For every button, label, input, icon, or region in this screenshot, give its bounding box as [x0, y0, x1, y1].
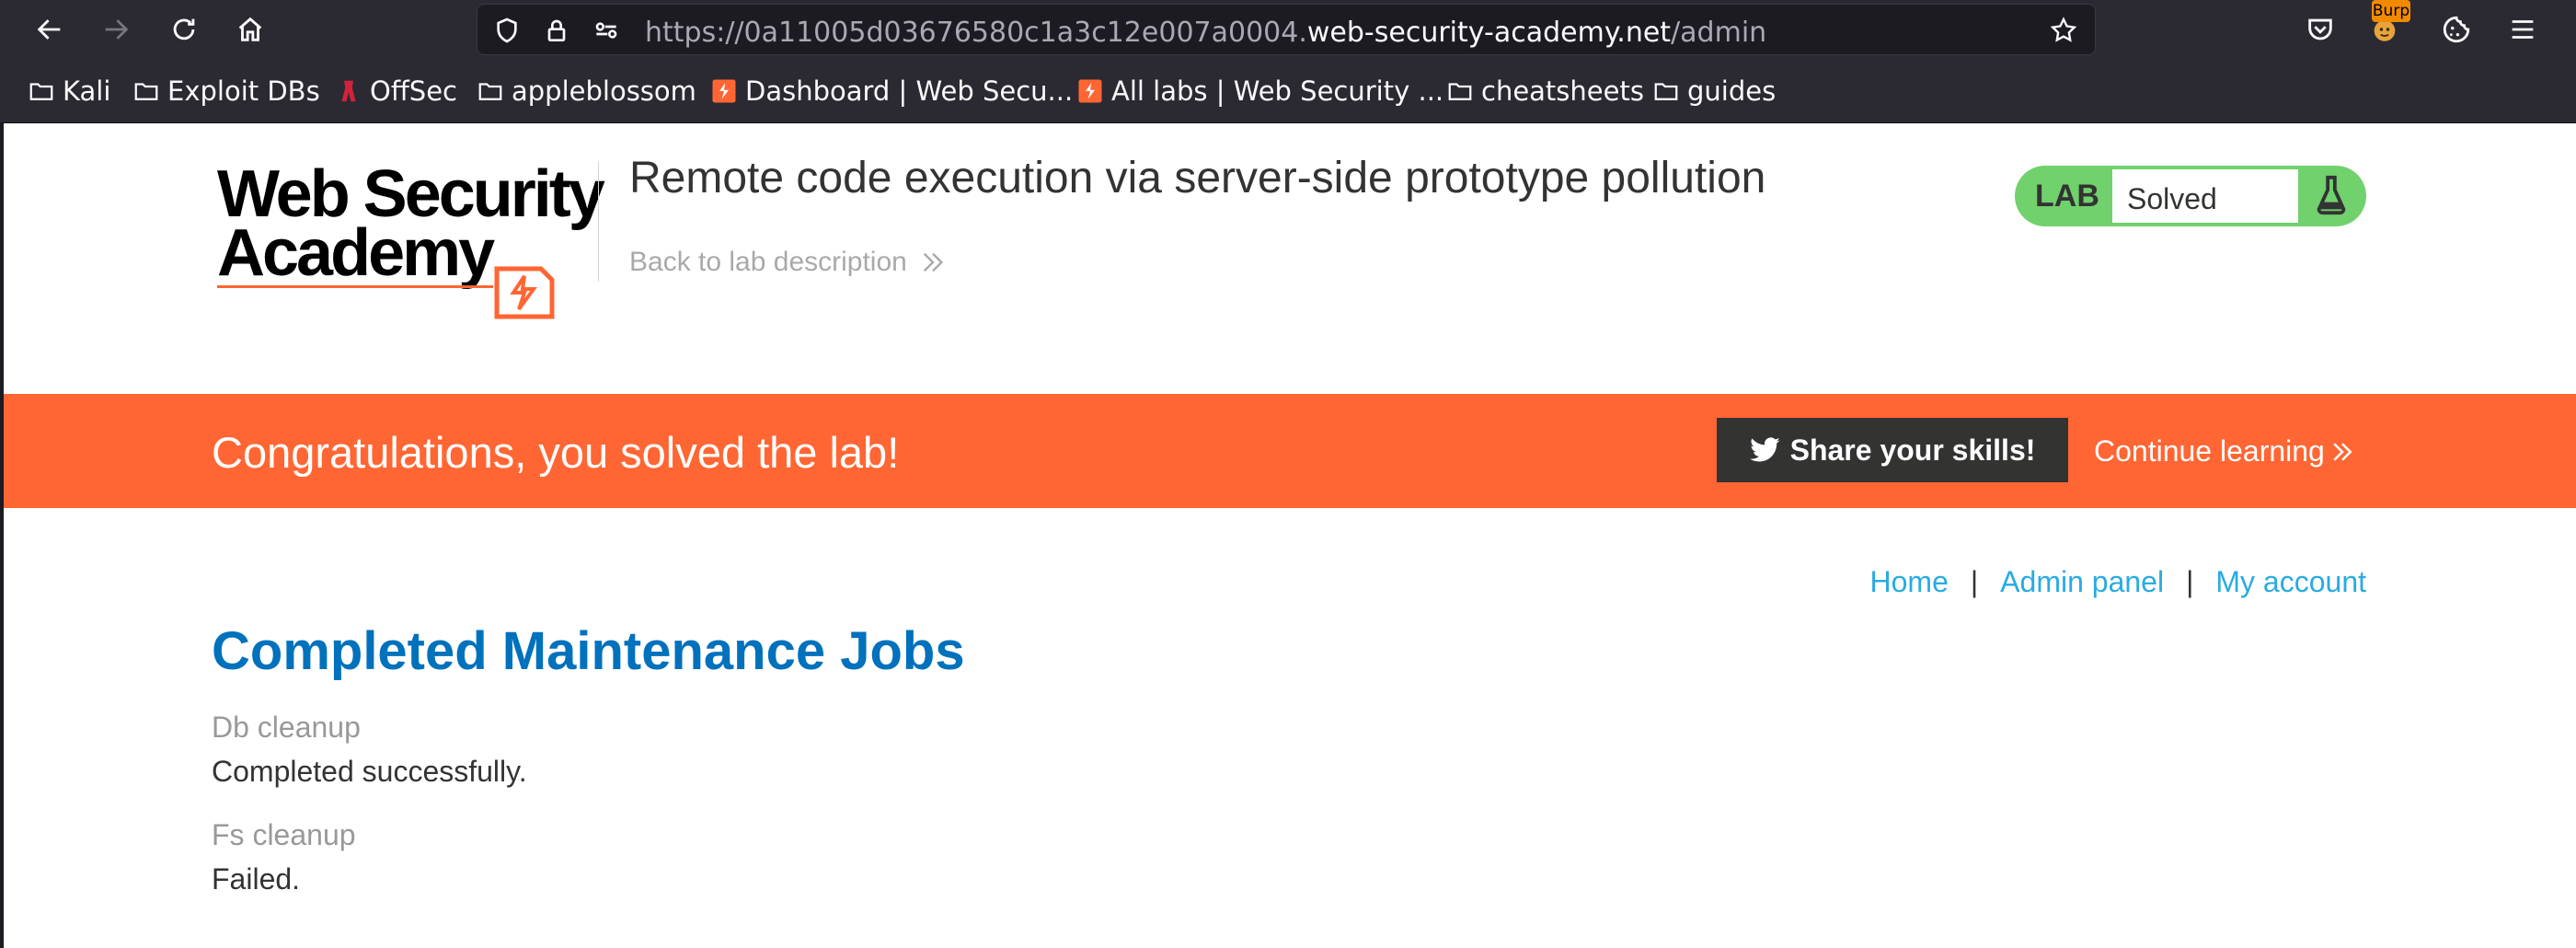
- url-text[interactable]: https://0a11005d03676580c1a3c12e007a0004…: [645, 17, 1766, 49]
- nav-separator: |: [1970, 565, 1979, 598]
- bookmark-dashboard[interactable]: Dashboard | Web Secu...: [710, 75, 1073, 107]
- folder-icon: [1652, 77, 1680, 105]
- share-button-label: Share your skills!: [1789, 433, 2036, 467]
- url-prefix: https://0a11005d03676580c1a3c12e007a0004…: [645, 17, 1307, 49]
- job-name: Fs cleanup: [212, 818, 356, 851]
- bookmark-all-labs[interactable]: All labs | Web Security ...: [1076, 75, 1443, 107]
- lab-label: LAB: [2035, 179, 2099, 214]
- arrow-left-icon: [37, 19, 61, 40]
- top-navigation: Home | Admin panel | My account: [1870, 565, 2367, 599]
- bookmark-kali[interactable]: Kali: [28, 75, 110, 107]
- continue-learning-link[interactable]: Continue learning: [2094, 434, 2356, 468]
- job-status: Failed.: [212, 862, 301, 896]
- lab-status-box: Solved: [2110, 168, 2300, 225]
- shield-icon[interactable]: [490, 14, 523, 47]
- bookmark-label: All labs | Web Security ...: [1111, 75, 1444, 107]
- folder-icon: [1446, 77, 1474, 105]
- lab-status-badge: LAB Solved: [2015, 166, 2366, 226]
- bookmark-label: OffSec: [370, 75, 458, 107]
- logo-underline: [217, 285, 493, 288]
- back-link-label: Back to lab description: [629, 247, 907, 277]
- folder-icon: [477, 77, 504, 105]
- academy-logo[interactable]: Web Security Academy: [217, 156, 605, 319]
- job-name: Db cleanup: [212, 711, 361, 744]
- double-chevron-right-icon: [2333, 442, 2352, 461]
- bookmark-label: cheatsheets: [1481, 75, 1644, 107]
- continue-label: Continue learning: [2094, 434, 2325, 468]
- folder-icon: [132, 77, 160, 105]
- reload-icon: [173, 18, 195, 40]
- reload-button[interactable]: [162, 7, 206, 52]
- portswigger-icon: [710, 77, 738, 105]
- job-status: Completed successfully.: [212, 755, 527, 788]
- share-skills-button[interactable]: Share your skills!: [1717, 418, 2068, 482]
- nav-home-link[interactable]: Home: [1870, 565, 1949, 599]
- lock-icon[interactable]: [540, 14, 573, 47]
- logo-line2: Academy: [217, 216, 495, 290]
- bookmarks-bar: Kali Exploit DBs OffSec appleblossom Das…: [0, 59, 2576, 123]
- bookmark-label: Dashboard | Web Secu...: [745, 75, 1074, 107]
- menu-icon[interactable]: [2501, 7, 2545, 52]
- bookmark-guides[interactable]: guides: [1652, 75, 1776, 107]
- home-icon: [238, 17, 262, 41]
- burp-badge: Burp: [2372, 0, 2410, 22]
- bookmark-exploit-dbs[interactable]: Exploit DBs: [132, 75, 320, 107]
- bookmark-label: appleblossom: [512, 75, 696, 107]
- double-chevron-right-icon: [923, 252, 943, 272]
- browser-toolbar: https://0a11005d03676580c1a3c12e007a0004…: [0, 0, 2576, 59]
- forward-button[interactable]: [94, 7, 138, 52]
- home-button[interactable]: [228, 7, 272, 52]
- back-button[interactable]: [28, 7, 72, 52]
- lab-title: Remote code execution via server-side pr…: [629, 154, 1766, 202]
- bookmark-label: Kali: [63, 75, 111, 107]
- header-divider: [598, 162, 599, 282]
- solved-banner: Congratulations, you solved the lab! Sha…: [4, 394, 2576, 508]
- bookmark-label: guides: [1687, 75, 1777, 107]
- bookmark-offsec[interactable]: OffSec: [335, 75, 457, 107]
- portswigger-icon: [1076, 77, 1104, 105]
- url-domain: web-security-academy.net: [1306, 17, 1672, 49]
- pocket-icon[interactable]: [2298, 7, 2342, 52]
- lab-status-text: Solved: [2127, 182, 2217, 215]
- page-content: Web Security Academy Remote code executi…: [4, 123, 2576, 948]
- folder-icon: [28, 77, 55, 105]
- permissions-icon[interactable]: [590, 14, 623, 47]
- cookie-icon[interactable]: [2434, 7, 2478, 52]
- nav-admin-panel-link[interactable]: Admin panel: [2000, 565, 2164, 599]
- offsec-icon: [335, 77, 362, 105]
- address-bar[interactable]: https://0a11005d03676580c1a3c12e007a0004…: [477, 4, 2096, 55]
- url-path: /admin: [1671, 17, 1767, 49]
- logo-bolt-icon: [494, 266, 555, 319]
- twitter-icon: [1749, 437, 1780, 462]
- back-to-lab-link[interactable]: Back to lab description: [629, 247, 948, 278]
- page-title: Completed Maintenance Jobs: [212, 621, 965, 681]
- flask-icon: [2309, 173, 2353, 217]
- bookmark-cheatsheets[interactable]: cheatsheets: [1446, 75, 1644, 107]
- nav-my-account-link[interactable]: My account: [2215, 565, 2366, 599]
- congrats-message: Congratulations, you solved the lab!: [212, 428, 900, 477]
- arrow-right-icon: [105, 19, 129, 40]
- bookmark-label: Exploit DBs: [167, 75, 320, 107]
- bookmark-star-icon[interactable]: [2047, 14, 2080, 47]
- nav-separator: |: [2186, 565, 2194, 598]
- bookmark-appleblossom[interactable]: appleblossom: [477, 75, 696, 107]
